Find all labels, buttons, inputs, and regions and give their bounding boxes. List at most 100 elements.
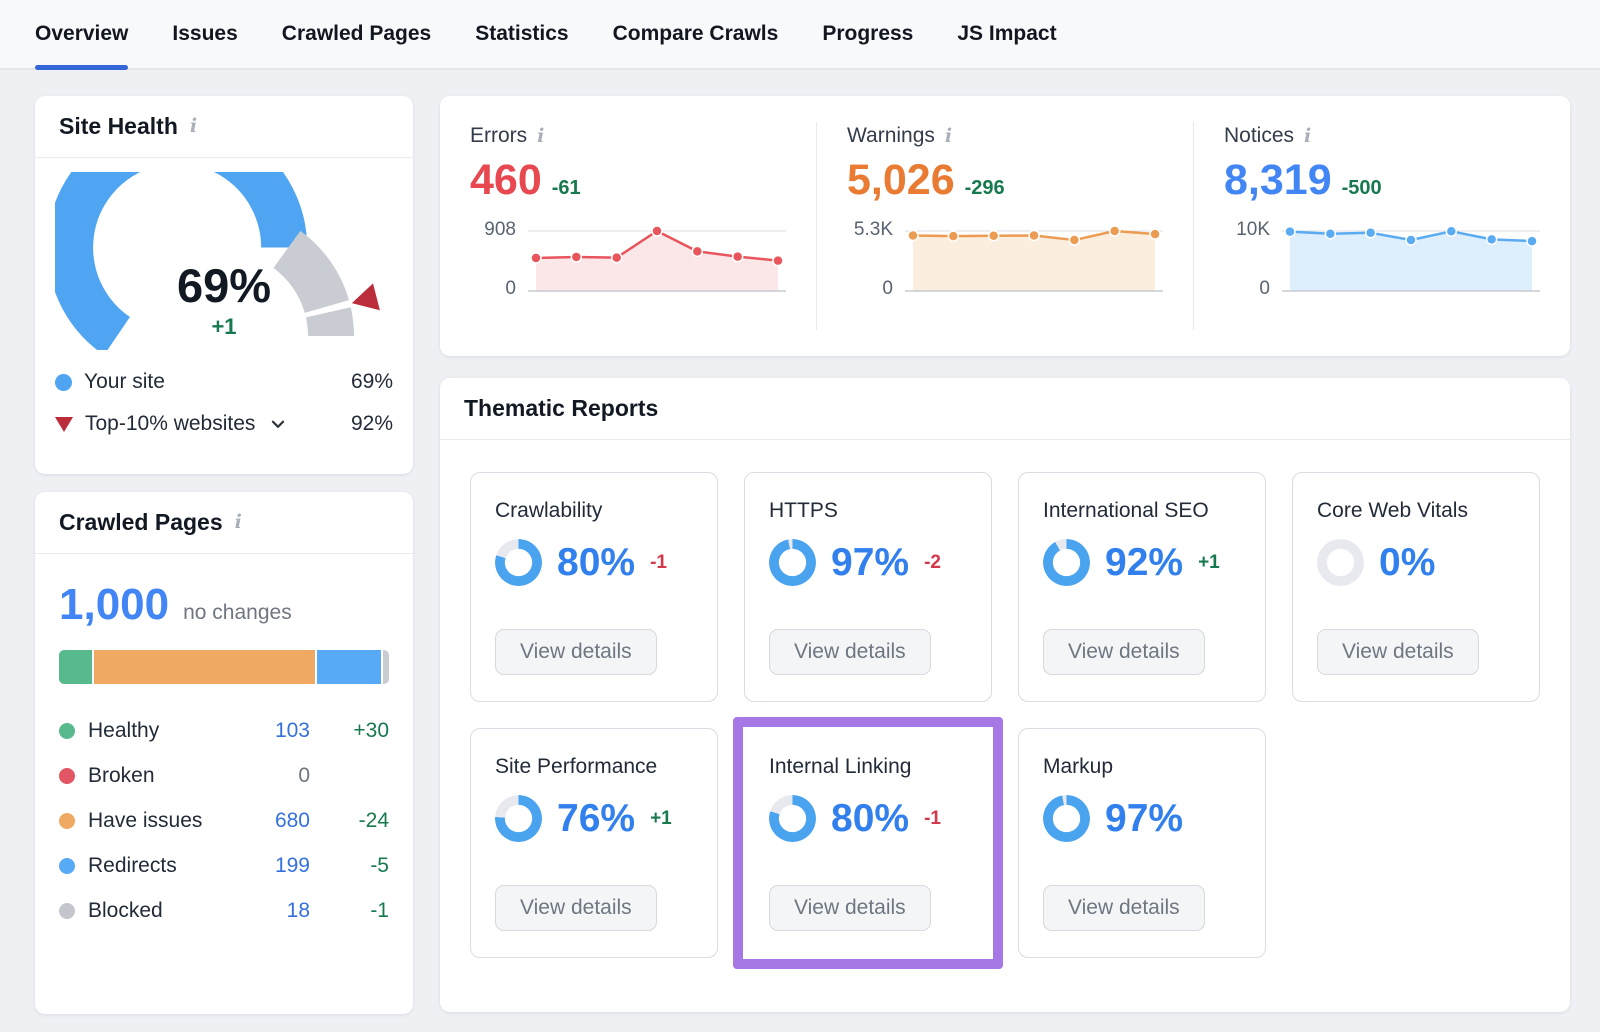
report-card-internal-linking-highlighted: Internal Linking 80% -1 View details <box>733 717 1003 969</box>
report-delta: -2 <box>924 552 941 574</box>
report-card-core-web-vitals: Core Web Vitals 0% View details <box>1292 472 1540 702</box>
report-name: Core Web Vitals <box>1317 499 1515 523</box>
list-item: Broken 0 <box>59 753 389 798</box>
info-icon[interactable] <box>1304 127 1311 146</box>
row-label: Have issues <box>88 809 221 833</box>
bar-segment-blocked <box>383 650 389 684</box>
report-card-site-performance: Site Performance 76% +1 View details <box>470 728 718 958</box>
report-score: 80% <box>831 797 909 841</box>
view-details-button[interactable]: View details <box>1043 629 1205 675</box>
info-icon[interactable] <box>190 117 197 136</box>
tab-js-impact[interactable]: JS Impact <box>957 0 1056 68</box>
tab-progress[interactable]: Progress <box>822 0 913 68</box>
progress-ring <box>1317 539 1364 586</box>
view-details-button[interactable]: View details <box>769 885 931 931</box>
row-value-link[interactable]: 199 <box>234 854 310 878</box>
crawled-pages-legend: Healthy 103 +30 Broken 0 Have issues 680 <box>59 708 389 933</box>
bar-segment-healthy <box>59 650 92 684</box>
red-dot-icon <box>59 768 75 784</box>
info-icon[interactable] <box>537 127 544 146</box>
report-card-international-seo: International SEO 92% +1 View details <box>1018 472 1266 702</box>
progress-ring <box>495 539 542 586</box>
site-health-title: Site Health <box>59 113 178 140</box>
site-health-card: Site Health 69%+1 Your site 69% Top-10% … <box>35 96 413 474</box>
report-name: Internal Linking <box>769 755 967 779</box>
report-score: 97% <box>831 541 909 585</box>
svg-text:+1: +1 <box>211 314 236 339</box>
blue-dot-icon <box>59 858 75 874</box>
report-card-https: HTTPS 97% -2 View details <box>744 472 992 702</box>
report-card-markup: Markup 97% View details <box>1018 728 1266 958</box>
legend-value: 69% <box>351 370 393 394</box>
progress-ring <box>769 795 816 842</box>
site-health-gauge: 69%+1 <box>55 172 393 350</box>
warnings-sparkline <box>905 217 1163 301</box>
notices-sparkline <box>1282 217 1540 301</box>
view-details-button[interactable]: View details <box>769 629 931 675</box>
thematic-reports-card: Thematic Reports Crawlability 80% -1 Vie… <box>440 378 1570 1012</box>
report-delta: +1 <box>650 808 672 830</box>
warnings-value[interactable]: 5,026 <box>847 156 955 205</box>
report-card-crawlability: Crawlability 80% -1 View details <box>470 472 718 702</box>
tab-overview[interactable]: Overview <box>35 0 128 68</box>
thematic-reports-title: Thematic Reports <box>464 395 658 422</box>
notices-value[interactable]: 8,319 <box>1224 156 1332 205</box>
crawled-pages-body: 1,000 no changes Healthy 103 +30 <box>35 554 413 959</box>
row-label: Broken <box>88 764 221 788</box>
row-delta: -5 <box>323 854 389 878</box>
crawled-pages-total[interactable]: 1,000 <box>59 580 169 630</box>
errors-value[interactable]: 460 <box>470 156 542 205</box>
report-name: Markup <box>1043 755 1241 779</box>
row-value-link[interactable]: 680 <box>234 809 310 833</box>
green-dot-icon <box>59 723 75 739</box>
row-value-link[interactable]: 103 <box>234 719 310 743</box>
issues-summary-card: Errors 460 -61 908 0 Warnings <box>440 96 1570 356</box>
row-delta: -1 <box>323 899 389 923</box>
report-delta: -1 <box>924 808 941 830</box>
crawled-pages-header: Crawled Pages <box>35 492 413 554</box>
view-details-button[interactable]: View details <box>1043 885 1205 931</box>
errors-sparkline <box>528 217 786 301</box>
legend-label: Top-10% websites <box>85 412 255 436</box>
tab-issues[interactable]: Issues <box>172 0 237 68</box>
bar-segment-redirects <box>317 650 381 684</box>
row-value: 0 <box>234 764 310 788</box>
row-value-link[interactable]: 18 <box>234 899 310 923</box>
tab-statistics[interactable]: Statistics <box>475 0 568 68</box>
report-name: Crawlability <box>495 499 693 523</box>
report-name: Site Performance <box>495 755 693 779</box>
warnings-panel: Warnings 5,026 -296 5.3K 0 <box>816 122 1193 330</box>
legend-value: 92% <box>351 412 393 436</box>
tab-compare-crawls[interactable]: Compare Crawls <box>613 0 779 68</box>
list-item: Healthy 103 +30 <box>59 708 389 753</box>
red-triangle-icon <box>55 417 73 432</box>
report-delta: +1 <box>1198 552 1220 574</box>
row-label: Redirects <box>88 854 221 878</box>
warnings-delta: -296 <box>965 177 1005 200</box>
row-label: Blocked <box>88 899 221 923</box>
report-delta: -1 <box>650 552 667 574</box>
bar-segment-have-issues <box>94 650 314 684</box>
list-item: Blocked 18 -1 <box>59 888 389 933</box>
notices-panel: Notices 8,319 -500 10K 0 <box>1193 122 1570 330</box>
view-details-button[interactable]: View details <box>495 885 657 931</box>
warnings-title: Warnings <box>847 124 935 148</box>
tab-crawled-pages[interactable]: Crawled Pages <box>282 0 431 68</box>
row-delta: -24 <box>323 809 389 833</box>
y-axis-labels: 5.3K 0 <box>847 217 893 301</box>
svg-text:69%: 69% <box>177 259 271 312</box>
info-icon[interactable] <box>235 513 242 532</box>
list-item: Have issues 680 -24 <box>59 798 389 843</box>
report-score: 76% <box>557 797 635 841</box>
info-icon[interactable] <box>945 127 952 146</box>
errors-delta: -61 <box>552 177 581 200</box>
row-label: Healthy <box>88 719 221 743</box>
view-details-button[interactable]: View details <box>495 629 657 675</box>
chevron-down-icon[interactable] <box>269 415 287 433</box>
report-score: 0% <box>1379 541 1435 585</box>
view-details-button[interactable]: View details <box>1317 629 1479 675</box>
progress-ring <box>1043 795 1090 842</box>
crawled-pages-card: Crawled Pages 1,000 no changes H <box>35 492 413 1014</box>
report-score: 97% <box>1105 797 1183 841</box>
crawled-pages-stacked-bar <box>59 650 389 684</box>
